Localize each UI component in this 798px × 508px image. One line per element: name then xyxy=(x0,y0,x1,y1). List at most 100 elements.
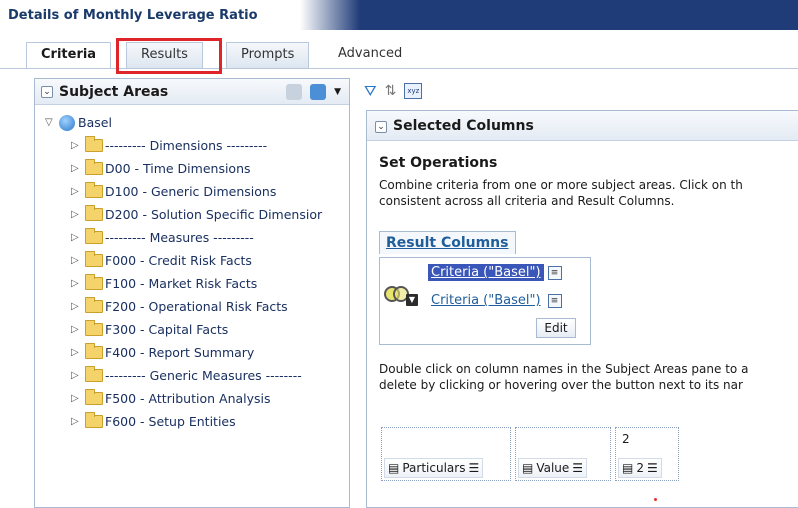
tree-item[interactable]: ▷ D100 - Generic Dimensions xyxy=(41,180,349,203)
xyz-icon[interactable]: xyz xyxy=(404,83,423,99)
folder-icon xyxy=(85,182,103,198)
collapse-icon[interactable]: ⌄ xyxy=(41,86,53,98)
criteria-options-icon[interactable]: ≡ xyxy=(547,265,562,280)
collapsed-triangle-icon[interactable]: ▷ xyxy=(71,140,85,151)
criteria-options-icon[interactable]: ≡ xyxy=(547,293,562,308)
column-2[interactable]: 2 ▤ 2 ☰ xyxy=(615,427,679,481)
column-header[interactable]: ▤ Value ☰ xyxy=(518,458,588,478)
collapsed-triangle-icon[interactable]: ▷ xyxy=(71,163,85,174)
tree-item-label: F000 - Credit Risk Facts xyxy=(105,253,252,268)
collapse-icon[interactable]: ⌄ xyxy=(375,121,387,133)
tree-item-label: F300 - Capital Facts xyxy=(105,322,229,337)
column-particulars[interactable]: ▤ Particulars ☰ xyxy=(381,427,511,481)
tree-item[interactable]: ▷ --------- Dimensions --------- xyxy=(41,134,349,157)
folder-icon xyxy=(85,136,103,152)
subject-areas-header: ⌄ Subject Areas ▼ xyxy=(35,79,349,105)
tree-item-label: --------- Dimensions --------- xyxy=(105,138,268,153)
criteria-link[interactable]: Criteria ("Basel") xyxy=(428,292,544,309)
criteria-row: Criteria ("Basel") ≡ xyxy=(428,264,562,281)
column-instructions-line: Double click on column names in the Subj… xyxy=(379,362,749,376)
subject-areas-tools: ▼ xyxy=(286,84,341,100)
selected-columns-toolbar: ⛛ ⇅ xyz xyxy=(364,82,423,100)
tree-item[interactable]: ▷ --------- Measures --------- xyxy=(41,226,349,249)
sort-icon[interactable]: ⇅ xyxy=(385,83,397,99)
tree-item-label: D100 - Generic Dimensions xyxy=(105,184,277,199)
collapsed-triangle-icon[interactable]: ▷ xyxy=(71,255,85,266)
column-icon: ▤ xyxy=(522,461,534,475)
column-menu-icon[interactable]: ☰ xyxy=(647,461,658,475)
result-columns-link[interactable]: Result Columns xyxy=(379,231,516,254)
tree-item-label: F500 - Attribution Analysis xyxy=(105,391,271,406)
collapsed-triangle-icon[interactable]: ▷ xyxy=(71,278,85,289)
tree-item-label: F400 - Report Summary xyxy=(105,345,255,360)
chevron-down-icon[interactable]: ▼ xyxy=(406,294,418,306)
tab-advanced[interactable]: Advanced xyxy=(324,42,416,68)
collapsed-triangle-icon[interactable]: ▷ xyxy=(71,324,85,335)
column-label: 2 xyxy=(636,461,644,475)
subject-areas-pane: ⌄ Subject Areas ▼ ▽ Basel ▷ --------- Dim… xyxy=(34,78,350,508)
collapsed-triangle-icon[interactable]: ▷ xyxy=(71,393,85,404)
set-operation-union-icon[interactable]: ▼ xyxy=(384,282,418,306)
tree-item-basel[interactable]: ▽ Basel xyxy=(41,111,349,134)
folder-icon xyxy=(85,389,103,405)
column-label: Particulars xyxy=(402,461,466,475)
tree-item[interactable]: ▷ F200 - Operational Risk Facts xyxy=(41,295,349,318)
tree-item[interactable]: ▷ D00 - Time Dimensions xyxy=(41,157,349,180)
title-bar: Details of Monthly Leverage Ratio xyxy=(0,0,798,30)
folder-icon xyxy=(85,320,103,336)
refresh-icon[interactable] xyxy=(310,84,327,100)
selected-columns-row: ▤ Particulars ☰ ▤ Value ☰ 2 ▤ 2 ☰ xyxy=(381,427,679,481)
criteria-link[interactable]: Criteria ("Basel") xyxy=(428,264,544,281)
red-dot-marker xyxy=(654,498,657,501)
tree-item-label: F600 - Setup Entities xyxy=(105,414,236,429)
folder-icon xyxy=(85,205,103,221)
filter-icon[interactable]: ⛛ xyxy=(364,82,377,100)
tree-item-label: F100 - Market Risk Facts xyxy=(105,276,258,291)
selected-columns-pane: ⌄ Selected Columns Set Operations Combin… xyxy=(366,110,798,508)
tree-item-label: --------- Generic Measures -------- xyxy=(105,368,302,383)
tree-item-label: D00 - Time Dimensions xyxy=(105,161,251,176)
collapsed-triangle-icon[interactable]: ▷ xyxy=(71,347,85,358)
tab-criteria[interactable]: Criteria xyxy=(26,42,112,69)
tree-item[interactable]: ▷ --------- Generic Measures -------- xyxy=(41,364,349,387)
criteria-list: ▼ Criteria ("Basel") ≡ Criteria ("Basel"… xyxy=(379,257,591,345)
collapsed-triangle-icon[interactable]: ▷ xyxy=(71,416,85,427)
column-header[interactable]: ▤ Particulars ☰ xyxy=(384,458,484,478)
folder-icon xyxy=(85,159,103,175)
column-header[interactable]: ▤ 2 ☰ xyxy=(618,458,662,478)
collapsed-triangle-icon[interactable]: ▷ xyxy=(71,186,85,197)
folder-icon xyxy=(85,343,103,359)
tree-item-label: D200 - Solution Specific Dimensior xyxy=(105,207,323,222)
result-columns-box: Result Columns ▼ Criteria ("Basel") ≡ Cr… xyxy=(379,231,591,351)
chevron-down-icon[interactable]: ▼ xyxy=(334,87,341,97)
set-operations-desc-line: consistent across all criteria and Resul… xyxy=(379,194,675,208)
collapsed-triangle-icon[interactable]: ▷ xyxy=(71,232,85,243)
collapsed-triangle-icon[interactable]: ▷ xyxy=(71,301,85,312)
tree-item-label: Basel xyxy=(78,115,112,130)
column-instructions: Double click on column names in the Subj… xyxy=(379,361,748,393)
subject-area-tree: ▽ Basel ▷ --------- Dimensions --------- … xyxy=(35,105,349,433)
column-menu-icon[interactable]: ☰ xyxy=(468,461,479,475)
tree-item[interactable]: ▷ F500 - Attribution Analysis xyxy=(41,387,349,410)
results-tab-highlight xyxy=(116,38,222,74)
add-subject-area-icon[interactable] xyxy=(286,84,303,100)
tree-item[interactable]: ▷ F300 - Capital Facts xyxy=(41,318,349,341)
tab-prompts[interactable]: Prompts xyxy=(226,42,310,68)
subject-area-icon xyxy=(59,114,75,131)
column-value: 2 xyxy=(622,432,630,446)
folder-icon xyxy=(85,366,103,382)
tree-item[interactable]: ▷ F100 - Market Risk Facts xyxy=(41,272,349,295)
collapsed-triangle-icon[interactable]: ▷ xyxy=(71,209,85,220)
column-instructions-line: delete by clicking or hovering over the … xyxy=(379,378,743,392)
tree-item[interactable]: ▷ D200 - Solution Specific Dimensior xyxy=(41,203,349,226)
expanded-triangle-icon[interactable]: ▽ xyxy=(45,117,59,128)
collapsed-triangle-icon[interactable]: ▷ xyxy=(71,370,85,381)
column-menu-icon[interactable]: ☰ xyxy=(572,461,583,475)
selected-columns-title: Selected Columns xyxy=(393,118,534,134)
column-value-col[interactable]: ▤ Value ☰ xyxy=(515,427,611,481)
tree-item[interactable]: ▷ F000 - Credit Risk Facts xyxy=(41,249,349,272)
tree-item[interactable]: ▷ F400 - Report Summary xyxy=(41,341,349,364)
folder-icon xyxy=(85,251,103,267)
tree-item[interactable]: ▷ F600 - Setup Entities xyxy=(41,410,349,433)
edit-button[interactable]: Edit xyxy=(536,318,576,338)
